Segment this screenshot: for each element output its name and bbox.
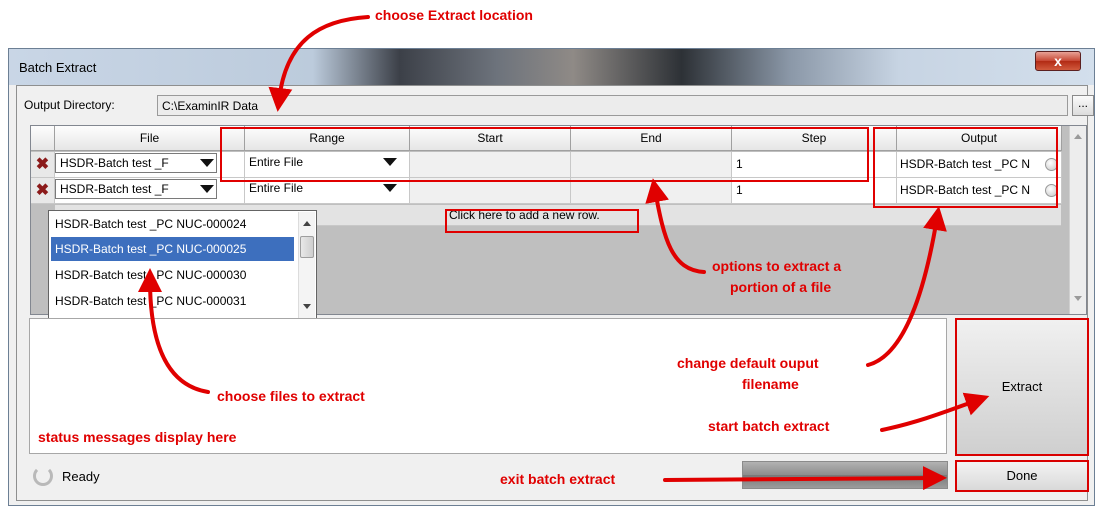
arrow-choose-location — [268, 15, 370, 112]
arrow-output — [866, 206, 947, 367]
arrow-exit — [663, 466, 947, 491]
arrow-choose-files — [138, 268, 210, 394]
annotation-arrows — [138, 15, 990, 491]
arrow-extract — [880, 392, 990, 432]
arrow-options — [645, 178, 706, 274]
